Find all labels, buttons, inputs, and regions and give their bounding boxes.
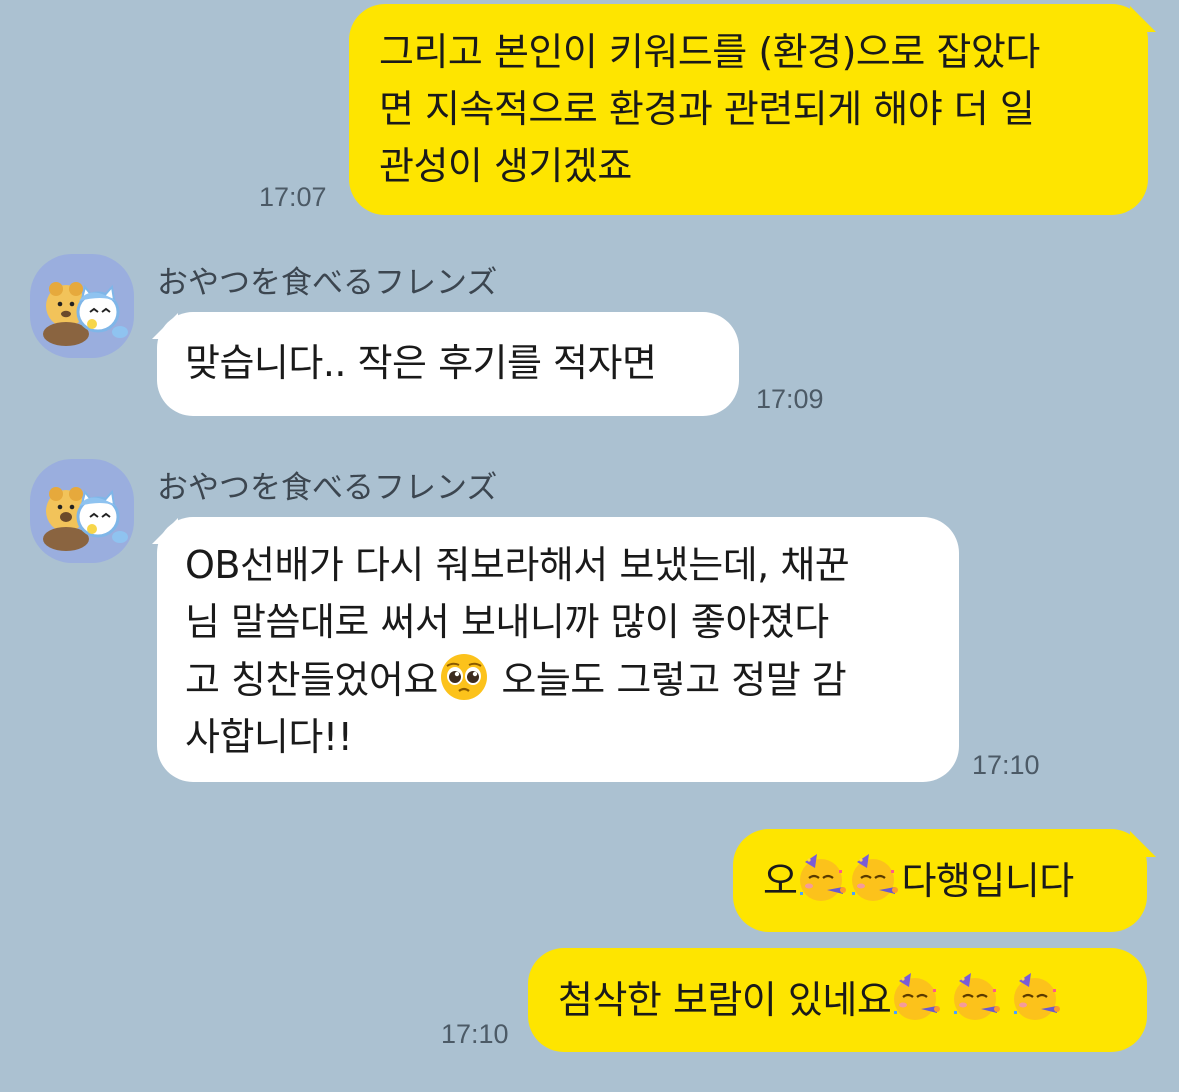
message-time: 17:07 <box>259 182 327 212</box>
message-text: 다행입니다 <box>901 859 1074 903</box>
message-line: 사합니다!! <box>185 715 353 759</box>
message-text: 오늘도 그렇고 정말 감 <box>489 658 847 702</box>
sender-name: おやつを食べるフレンズ <box>157 470 498 506</box>
avatar-friends-icon <box>43 282 128 346</box>
avatar-friends-icon <box>43 487 128 551</box>
their-message-bubble[interactable]: 맞습니다.. 작은 후기를 적자면 <box>157 312 739 416</box>
message-line: OB선배가 다시 줘보라해서 보냈는데, 채꾼 <box>185 543 850 587</box>
message-time: 17:10 <box>972 750 1040 780</box>
message-line: 맞습니다.. 작은 후기를 적자면 <box>185 341 657 385</box>
message-time: 17:09 <box>756 384 824 414</box>
pleading-face-icon <box>438 651 490 703</box>
partying-face-icon <box>1011 971 1063 1023</box>
their-message-bubble[interactable]: OB선배가 다시 줘보라해서 보냈는데, 채꾼 님 말씀대로 써서 보내니까 많… <box>157 517 959 782</box>
message-text: 고 칭찬들었어요 <box>185 658 438 702</box>
partying-face-icon <box>849 852 901 904</box>
message-line: 면 지속적으로 환경과 관련되게 해야 더 일 <box>379 87 1035 131</box>
message-text: 첨삭한 보람이 있네요 <box>558 978 892 1022</box>
chat-room[interactable]: 17:07 그리고 본인이 키워드를 (환경)으로 잡았다 면 지속적으로 환경… <box>0 0 1179 1092</box>
message-time: 17:10 <box>441 1019 509 1049</box>
my-message-bubble[interactable]: 첨삭한 보람이 있네요 <box>528 948 1147 1052</box>
message-line: 그리고 본인이 키워드를 (환경)으로 잡았다 <box>379 30 1040 74</box>
message-line: 관성이 생기겠죠 <box>379 144 632 188</box>
partying-face-icon <box>951 971 1003 1023</box>
bubble-tail <box>1130 831 1156 857</box>
avatar[interactable] <box>30 254 134 358</box>
partying-face-icon <box>891 971 943 1023</box>
message-line: 고 칭찬들었어요 오늘도 그렇고 정말 감 <box>185 651 931 709</box>
my-message-bubble[interactable]: 오 다행입니다 <box>733 829 1147 932</box>
sender-name: おやつを食べるフレンズ <box>157 265 498 301</box>
message-line: 님 말씀대로 써서 보내니까 많이 좋아졌다 <box>185 600 829 644</box>
partying-face-icon <box>797 852 849 904</box>
avatar[interactable] <box>30 459 134 563</box>
message-text: 오 <box>763 859 798 903</box>
bubble-tail <box>1130 6 1156 32</box>
my-message-bubble[interactable]: 그리고 본인이 키워드를 (환경)으로 잡았다 면 지속적으로 환경과 관련되게… <box>349 4 1148 215</box>
